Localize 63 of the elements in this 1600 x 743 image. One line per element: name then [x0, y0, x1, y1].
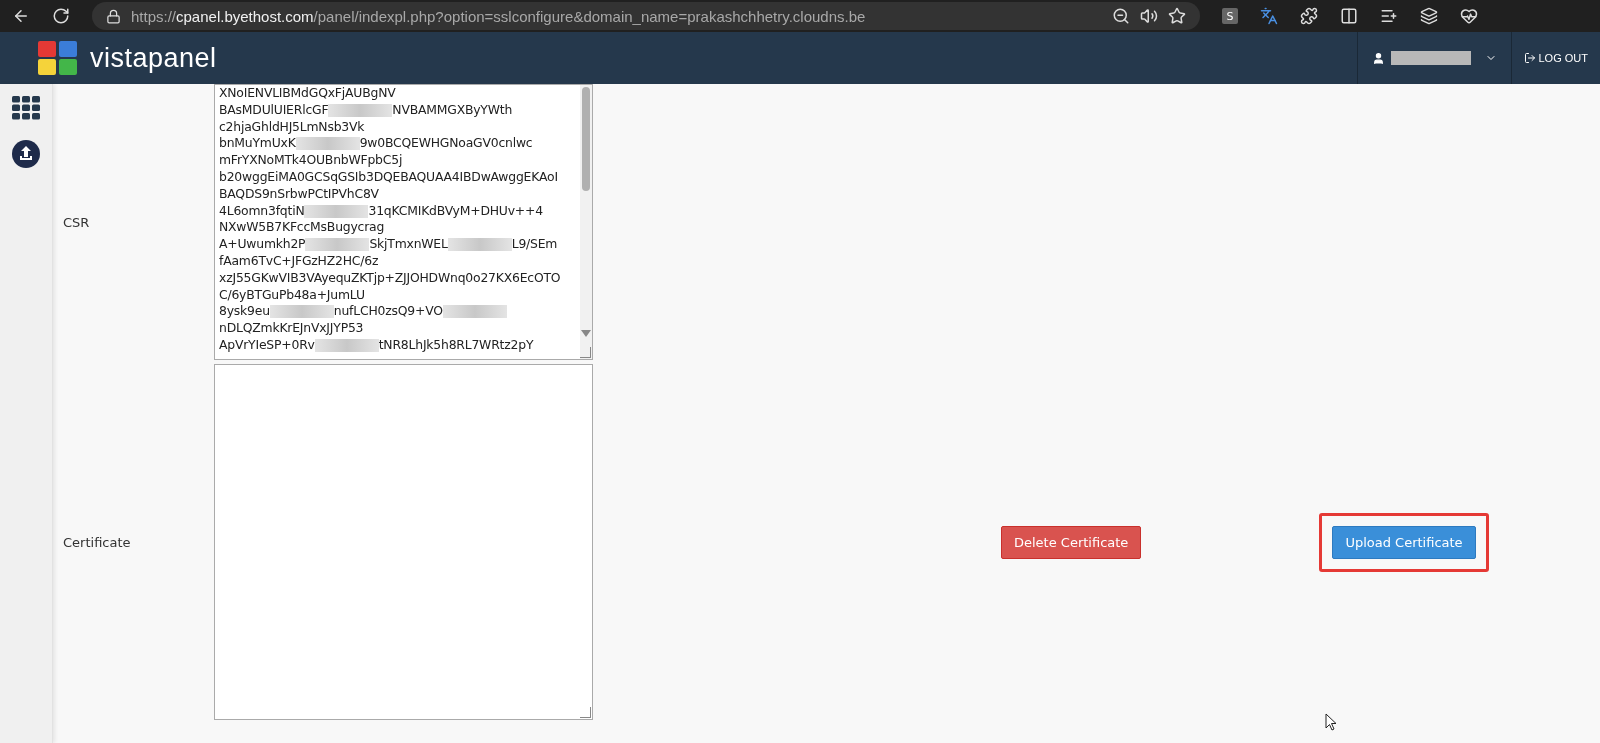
redacted-text — [314, 338, 379, 352]
csr-text: mFrYXNoMTk4OUBnbWFpbC5j — [219, 152, 403, 169]
read-aloud-icon[interactable] — [1140, 7, 1158, 25]
grid-icon[interactable] — [12, 96, 40, 120]
csr-text: 4L6omn3fqtiN — [219, 202, 305, 220]
url-text: https://cpanel.byethost.com/panel/indexpl.php?option=sslconfigure&domain_name=prakashchhetry.cloudns.be — [131, 7, 867, 25]
certificate-label: Certificate — [63, 534, 132, 550]
heart-pulse-icon[interactable] — [1460, 7, 1478, 25]
resize-handle[interactable] — [580, 707, 591, 718]
collections-icon[interactable] — [1420, 7, 1438, 25]
csr-text: xzJ55GKwVIB3VAyequZKTjp+ZJJOHDWnq0o27KX6EcOTO — [219, 269, 561, 287]
logo-squares-icon — [38, 41, 78, 75]
csr-text: L9/SEm — [511, 236, 558, 253]
csr-field[interactable] — [214, 84, 593, 360]
logout-icon — [1524, 52, 1537, 64]
certificate-button[interactable]: Delete Certificate — [1001, 525, 1142, 559]
csr-text: b20wggEiMA0GCSqGSIb3DQEBAQUAA4IBDwAwggEKAoI — [219, 169, 558, 186]
mouse-cursor-icon — [1325, 713, 1337, 731]
back-icon[interactable] — [12, 7, 30, 25]
favorites-icon[interactable] — [1380, 7, 1398, 25]
redacted-text — [305, 238, 370, 252]
redacted-text — [328, 103, 393, 117]
extension-icon[interactable]: S — [1222, 8, 1238, 24]
csr-text: 9w0BCQEWHGNoaGV0cnlwc — [359, 135, 533, 153]
zoom-out-icon[interactable] — [1112, 7, 1130, 25]
logo-text: vistapanel — [90, 42, 217, 74]
csr-text: BAQDS9nSrbwPCtIPVhC8V — [219, 185, 379, 203]
translate-icon[interactable] — [1260, 7, 1278, 25]
csr-text: C/6yBTGuPb48a+JumLU — [219, 286, 365, 304]
address-bar[interactable]: https://cpanel.byethost.com/panel/indexpl.php?option=sslconfigure&domain_name=prakashchhetry.cloudns.be — [92, 2, 1200, 30]
csr-text: BAsMDUlUIERlcGF — [219, 101, 329, 119]
csr-text: ApVrYIeSP+0Rv — [219, 336, 315, 354]
csr-text: fAam6TvC+JFGzHZ2HC/6z — [219, 252, 379, 270]
csr-text: nufLCH0zsQ9+VO — [333, 303, 443, 321]
csr-text: c2hjaGhldHJ5LmNsb3Vk — [219, 118, 365, 136]
user-icon — [1372, 51, 1386, 65]
resize-handle[interactable] — [580, 347, 591, 358]
scrollbar[interactable] — [580, 85, 592, 359]
upload-icon[interactable] — [12, 140, 40, 168]
csr-text: 31qKCMIKdBVyM+DHUv++4 — [368, 202, 543, 220]
csr-text: tNR8LhJk5h8RL7WRtz2pY — [378, 336, 534, 354]
csr-text: bnMuYmUxK — [219, 135, 296, 153]
certificate-field[interactable] — [214, 364, 593, 720]
redacted-text — [447, 238, 512, 252]
csr-text: nDLQZmkKrEJnVxJJYP53 — [219, 320, 364, 337]
csr-text: NXwW5B7KFccMsBugycrag — [219, 219, 385, 237]
favorite-star-icon[interactable] — [1168, 7, 1186, 25]
csr-text: NVBAMMGXByYWth — [392, 101, 513, 119]
csr-text: A+Uwumkh2P — [219, 236, 306, 253]
csr-text: XNoIENVLIBMdGQxFjAUBgNV — [219, 85, 396, 102]
logout-button[interactable]: LOG OUT — [1512, 32, 1600, 84]
csr-label: CSR — [63, 214, 91, 230]
redacted-text — [442, 305, 507, 319]
split-screen-icon[interactable] — [1340, 7, 1358, 25]
csr-text: 8ysk9eu — [219, 303, 270, 321]
lock-icon — [106, 8, 121, 24]
certificate-button[interactable]: Upload Certificate — [1332, 525, 1476, 559]
redacted-text — [295, 137, 360, 151]
extensions-icon[interactable] — [1300, 7, 1318, 25]
csr-text: SkjTmxnWEL — [369, 236, 448, 253]
redacted-text — [304, 204, 369, 218]
redacted-text — [269, 305, 334, 319]
refresh-icon[interactable] — [52, 7, 70, 25]
